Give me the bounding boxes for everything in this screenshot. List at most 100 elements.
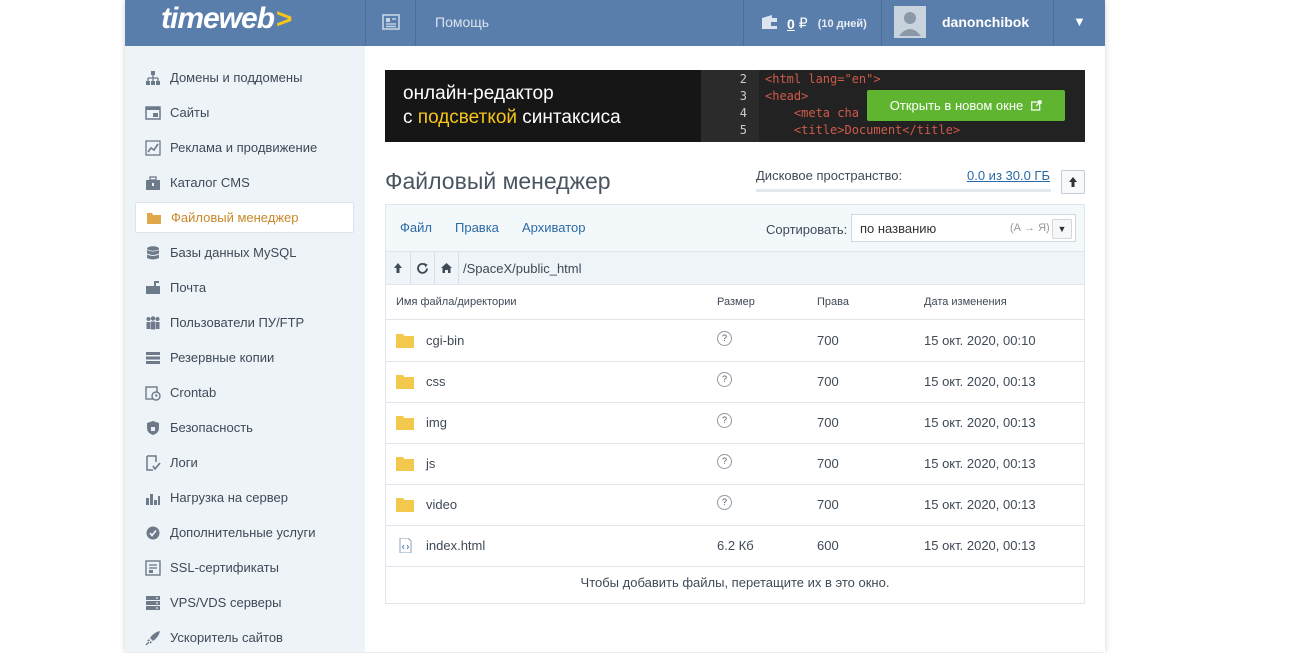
table-row[interactable]: css ? 700 15 окт. 2020, 00:13: [386, 361, 1084, 403]
external-link-icon: [1031, 100, 1042, 111]
disk-space-value[interactable]: 0.0 из 30.0 ГБ: [967, 168, 1050, 183]
table-row[interactable]: js ? 700 15 окт. 2020, 00:13: [386, 443, 1084, 485]
sidebar-item-backups[interactable]: Резервные копии: [135, 342, 354, 373]
open-in-new-window-button[interactable]: Открыть в новом окне: [867, 90, 1065, 121]
header-divider: [365, 0, 366, 46]
menu-archiver[interactable]: Архиватор: [522, 220, 586, 235]
sidebar-item-mysql[interactable]: Базы данных MySQL: [135, 237, 354, 268]
table-row[interactable]: index.html 6.2 Кб 600 15 окт. 2020, 00:1…: [386, 525, 1084, 567]
folder-icon: [396, 416, 414, 430]
code-text: <html lang="en">: [765, 72, 881, 86]
file-name: cgi-bin: [426, 333, 465, 348]
sidebar-item-file-manager[interactable]: Файловый менеджер: [135, 202, 354, 233]
banner-highlight: подсветкой: [417, 107, 518, 128]
size-unknown-button[interactable]: ?: [717, 372, 732, 387]
table-row[interactable]: cgi-bin ? 700 15 окт. 2020, 00:10: [386, 320, 1084, 362]
sidebar-item-accelerator[interactable]: Ускоритель сайтов: [135, 622, 354, 653]
line-number: 2: [739, 72, 747, 86]
user-menu-dropdown-icon[interactable]: ▼: [1073, 14, 1086, 29]
server-stack-icon: [145, 350, 161, 366]
sidebar-item-ftp-users[interactable]: Пользователи ПУ/FTP: [135, 307, 354, 338]
sidebar-item-crontab[interactable]: Crontab: [135, 377, 354, 408]
sidebar-item-security[interactable]: Безопасность: [135, 412, 354, 443]
username[interactable]: danonchibok: [942, 14, 1029, 30]
sidebar-item-ads[interactable]: Реклама и продвижение: [135, 132, 354, 163]
sidebar-item-label: Сайты: [170, 105, 210, 120]
banner-text: онлайн-редактор с подсветкой синтаксиса: [403, 82, 621, 130]
go-up-button[interactable]: [386, 252, 411, 284]
column-header-size[interactable]: Размер: [717, 296, 755, 308]
sitemap-icon: [145, 70, 161, 86]
sidebar-item-ssl[interactable]: SSL-сертификаты: [135, 552, 354, 583]
file-modified: 15 окт. 2020, 00:13: [924, 538, 1036, 553]
size-unknown-button[interactable]: ?: [717, 495, 732, 510]
balance[interactable]: 0 ₽ (10 дней): [761, 14, 867, 33]
table-row[interactable]: video ? 700 15 окт. 2020, 00:13: [386, 484, 1084, 526]
file-name: index.html: [426, 538, 486, 553]
balance-currency: ₽: [798, 15, 808, 31]
disk-usage-bar: [756, 189, 1051, 192]
size-unknown-button[interactable]: ?: [717, 454, 732, 469]
sidebar-item-sites[interactable]: Сайты: [135, 97, 354, 128]
size-unknown-button[interactable]: ?: [717, 331, 732, 346]
sidebar-item-server-load[interactable]: Нагрузка на сервер: [135, 482, 354, 513]
help-link[interactable]: Помощь: [435, 14, 489, 30]
sidebar-item-logs[interactable]: Логи: [135, 447, 354, 478]
drop-zone-hint: Чтобы добавить файлы, перетащите их в эт…: [580, 575, 890, 590]
sidebar-item-cms[interactable]: Каталог CMS: [135, 167, 354, 198]
file-modified: 15 окт. 2020, 00:10: [924, 333, 1036, 348]
sidebar-item-label: Домены и поддомены: [170, 70, 303, 85]
balance-value: 0: [787, 15, 795, 32]
sidebar-item-extra-services[interactable]: Дополнительные услуги: [135, 517, 354, 548]
file-permissions: 600: [817, 538, 839, 553]
avatar[interactable]: [894, 6, 926, 38]
menu-file[interactable]: Файл: [400, 220, 432, 235]
file-permissions: 700: [817, 415, 839, 430]
header-divider: [881, 0, 882, 46]
current-path[interactable]: /SpaceX/public_html: [463, 261, 582, 276]
line-number: 5: [739, 123, 747, 137]
servers-icon: [145, 595, 161, 611]
size-unknown-button[interactable]: ?: [717, 413, 732, 428]
chevron-down-icon[interactable]: ▼: [1052, 219, 1072, 239]
logo[interactable]: timeweb >: [125, 0, 365, 46]
column-header-name[interactable]: Имя файла/директории: [396, 296, 517, 308]
header-divider: [415, 0, 416, 46]
log-check-icon: [145, 454, 161, 471]
folder-icon: [396, 375, 414, 389]
app-shell: timeweb > Помощь 0 ₽ (10 дней) danonchib…: [125, 0, 1105, 652]
home-button[interactable]: [434, 252, 459, 284]
header-divider: [1053, 0, 1054, 46]
folder-icon: [146, 210, 162, 226]
file-name: css: [426, 374, 446, 389]
column-header-modified[interactable]: Дата изменения: [924, 296, 1007, 308]
banner-line-2: с подсветкой синтаксиса: [403, 106, 621, 130]
editor-promo-banner[interactable]: онлайн-редактор с подсветкой синтаксиса …: [385, 70, 1085, 142]
sidebar-item-label: Нагрузка на сервер: [170, 490, 288, 505]
sidebar-item-label: Базы данных MySQL: [170, 245, 297, 260]
open-in-new-window-label: Открыть в новом окне: [889, 98, 1024, 113]
table-row[interactable]: img ? 700 15 окт. 2020, 00:13: [386, 402, 1084, 444]
file-name: video: [426, 497, 458, 512]
briefcase-icon: [145, 175, 161, 191]
sidebar-item-label: Почта: [170, 280, 207, 295]
header-divider: [743, 0, 744, 46]
file-modified: 15 окт. 2020, 00:13: [924, 374, 1036, 389]
column-header-permissions[interactable]: Права: [817, 296, 849, 308]
top-header: timeweb > Помощь 0 ₽ (10 дней) danonchib…: [125, 0, 1105, 46]
arrow-up-icon: [394, 263, 402, 273]
sidebar-item-domains[interactable]: Домены и поддомены: [135, 62, 354, 93]
news-icon[interactable]: [382, 13, 400, 31]
refresh-button[interactable]: [410, 252, 435, 284]
menu-edit[interactable]: Правка: [455, 220, 499, 235]
sidebar-item-label: Файловый менеджер: [171, 210, 299, 225]
file-name: js: [426, 456, 436, 471]
disk-space-label: Дисковое пространство:: [756, 168, 903, 183]
sidebar-item-label: Ускоритель сайтов: [170, 630, 283, 645]
upload-button[interactable]: [1061, 170, 1085, 194]
calendar-clock-icon: [145, 385, 161, 401]
sidebar-item-mail[interactable]: Почта: [135, 272, 354, 303]
html-file-icon: [399, 538, 412, 553]
sidebar-item-vps[interactable]: VPS/VDS серверы: [135, 587, 354, 618]
sort-select[interactable]: по названию (А → Я) ▼: [851, 214, 1076, 242]
